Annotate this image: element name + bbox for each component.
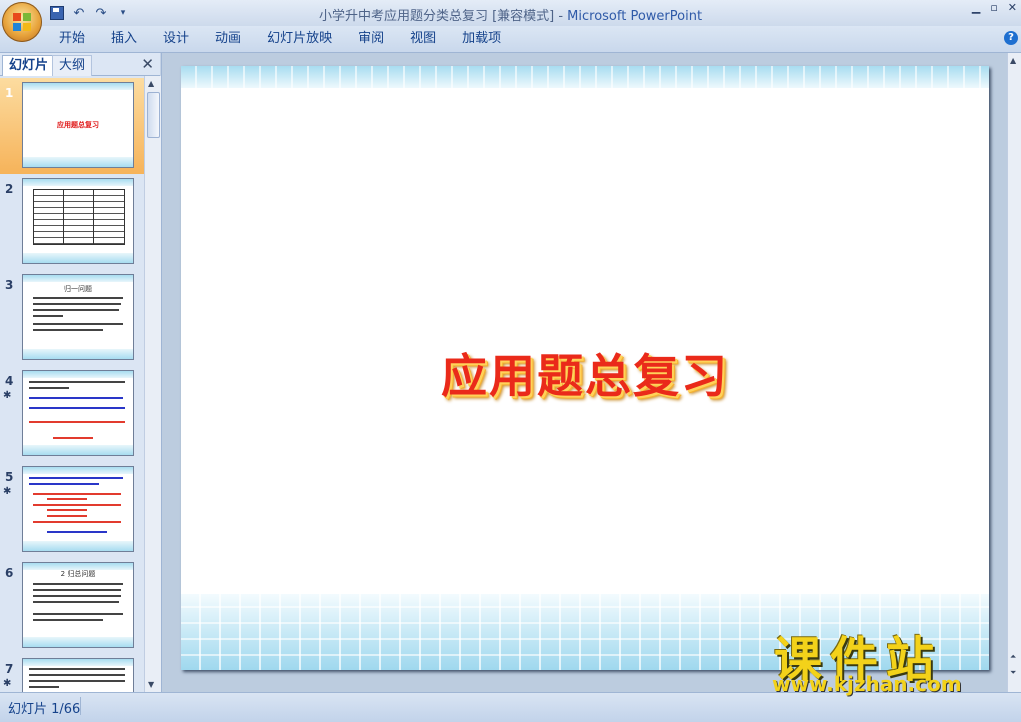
slide-preview (22, 658, 134, 692)
editor-scrollbar[interactable]: ▲ ⏶ ⏷ (1007, 53, 1021, 692)
watermark-url: www.kjzhan.com (772, 672, 962, 696)
slide-preview (22, 370, 134, 456)
scroll-down-icon[interactable]: ▼ (148, 680, 154, 689)
document-title: 小学升中考应用题分类总复习 [兼容模式] - (318, 9, 568, 24)
table-graphic (33, 189, 125, 245)
thumbnail-slide-7[interactable]: 7 ✱ (0, 654, 144, 692)
slide-thumbnails: 1 应用题总复习 2 3 归一问题 4 ✱ 5 ✱ 6 2 归总问题 7 ✱ (0, 76, 144, 692)
tab-outline[interactable]: 大纲 (52, 55, 93, 76)
thumbnails-scrollbar[interactable]: ▲ ▼ (144, 76, 161, 692)
tab-design[interactable]: 设计 (150, 26, 202, 52)
app-name: Microsoft PowerPoint (567, 9, 703, 24)
slide-number: 1 (5, 86, 14, 100)
slide-preview (22, 178, 134, 264)
slide-number: 5 (5, 470, 14, 484)
window-title: 小学升中考应用题分类总复习 [兼容模式] - Microsoft PowerPo… (0, 5, 1021, 24)
ribbon-tabs: 开始 插入 设计 动画 幻灯片放映 审阅 视图 加载项 (46, 26, 514, 52)
slide-preview (22, 466, 134, 552)
window-controls: ▁ ▫ ✕ (972, 1, 1017, 14)
tab-review[interactable]: 审阅 (345, 26, 397, 52)
slide-preview: 归一问题 (22, 274, 134, 360)
tab-slides[interactable]: 幻灯片 (2, 55, 56, 76)
title-bar: ↶ ↷ ▾ 小学升中考应用题分类总复习 [兼容模式] - Microsoft P… (0, 0, 1021, 26)
slide-preview-heading: 2 归总问题 (60, 570, 96, 578)
scroll-up-icon[interactable]: ▲ (148, 79, 154, 88)
slide-number: 3 (5, 278, 14, 292)
help-icon[interactable]: ? (1004, 31, 1018, 45)
slide-title[interactable]: 应用题总复习 (181, 340, 989, 406)
tab-addins[interactable]: 加载项 (449, 26, 514, 52)
tab-slideshow[interactable]: 幻灯片放映 (254, 26, 345, 52)
scrollbar-thumb[interactable] (147, 92, 160, 138)
office-logo-icon (13, 13, 31, 31)
slide-preview: 应用题总复习 (22, 82, 134, 168)
slide-number: 6 (5, 566, 14, 580)
slide-number: 2 (5, 182, 14, 196)
thumbnail-slide-4[interactable]: 4 ✱ (0, 366, 144, 462)
tab-home[interactable]: 开始 (46, 26, 98, 52)
close-window-button[interactable]: ✕ (1008, 1, 1017, 14)
animation-icon: ✱ (3, 390, 12, 401)
slide-editor: 应用题总复习 (161, 53, 1008, 692)
thumbnail-slide-1[interactable]: 1 应用题总复习 (0, 78, 144, 174)
close-pane-icon[interactable]: ✕ (141, 55, 154, 73)
animation-icon: ✱ (3, 486, 12, 497)
slides-pane-header: 幻灯片 大纲 ✕ (0, 53, 160, 76)
tab-insert[interactable]: 插入 (98, 26, 150, 52)
slide-background-top (181, 66, 989, 88)
thumbnail-slide-3[interactable]: 3 归一问题 (0, 270, 144, 366)
minimize-button[interactable]: ▁ (972, 1, 980, 14)
thumbnail-slide-5[interactable]: 5 ✱ (0, 462, 144, 558)
thumbnail-slide-6[interactable]: 6 2 归总问题 (0, 558, 144, 654)
slide-preview: 2 归总问题 (22, 562, 134, 648)
slide-number: 4 (5, 374, 14, 388)
slide-counter: 幻灯片 1/66 (8, 702, 81, 717)
watermark: 课件站 www.kjzhan.com (760, 620, 1021, 700)
animation-icon: ✱ (3, 678, 12, 689)
tab-view[interactable]: 视图 (397, 26, 449, 52)
slide-canvas[interactable]: 应用题总复习 (181, 66, 989, 670)
slide-number: 7 (5, 662, 14, 676)
scroll-up-icon[interactable]: ▲ (1010, 56, 1016, 65)
ribbon: 开始 插入 设计 动画 幻灯片放映 审阅 视图 加载项 ? (0, 26, 1021, 53)
office-button[interactable] (2, 2, 42, 42)
tab-animations[interactable]: 动画 (202, 26, 254, 52)
maximize-button[interactable]: ▫ (990, 1, 997, 14)
slide-preview-heading: 归一问题 (64, 285, 92, 293)
thumbnail-slide-2[interactable]: 2 (0, 174, 144, 270)
slide-preview-title: 应用题总复习 (57, 121, 99, 129)
